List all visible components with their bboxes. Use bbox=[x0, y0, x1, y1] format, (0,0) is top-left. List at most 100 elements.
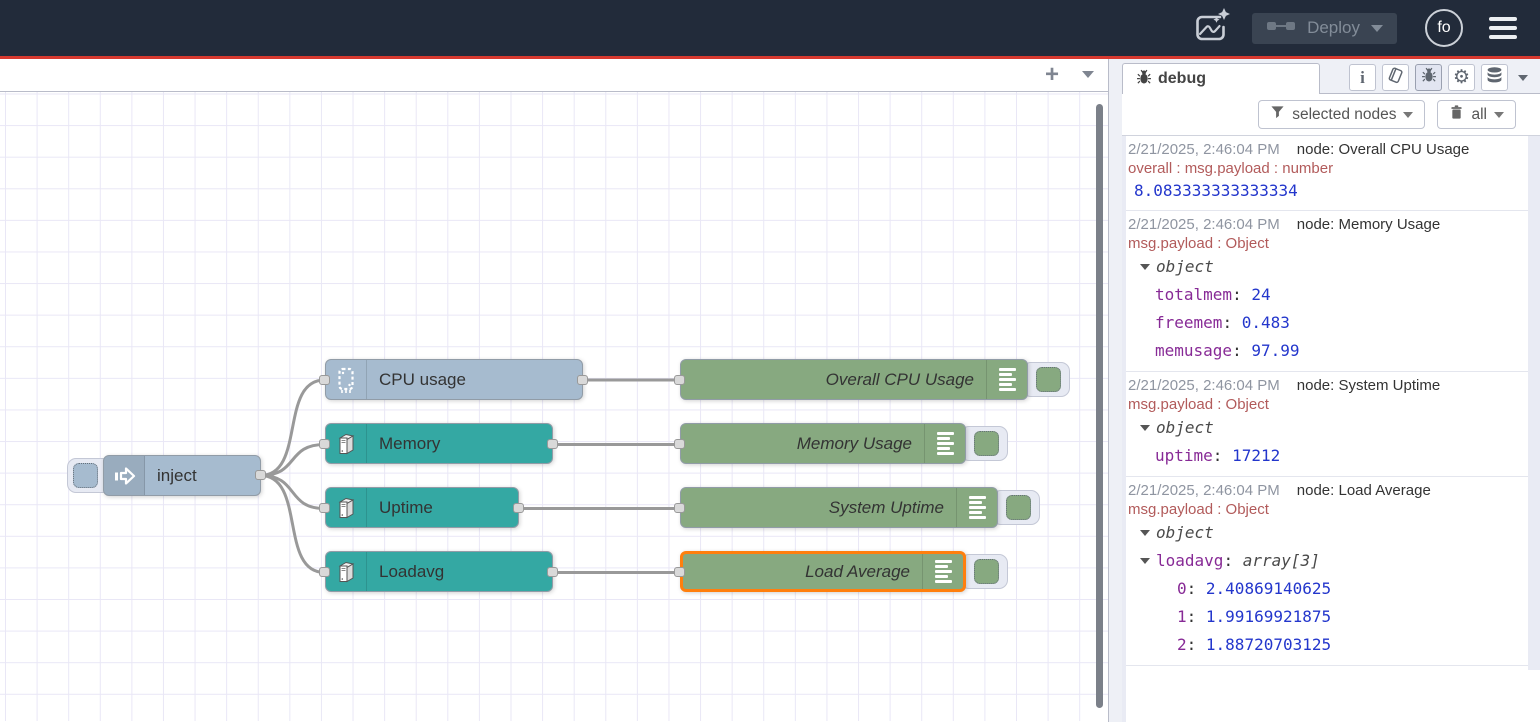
message-list-scroll-gutter[interactable] bbox=[1528, 136, 1540, 670]
tab-debug-label: debug bbox=[1158, 70, 1206, 88]
server-icon bbox=[326, 424, 367, 463]
debug-toggle-inner bbox=[974, 431, 999, 456]
clear-caret bbox=[1494, 112, 1504, 118]
message-property-path: msg.payload : Object bbox=[1128, 234, 1526, 253]
deploy-options-caret[interactable] bbox=[1371, 25, 1383, 32]
node-inject[interactable]: inject bbox=[103, 455, 261, 496]
add-flow-button[interactable]: + bbox=[1038, 61, 1066, 89]
object-key: memusage bbox=[1155, 341, 1251, 360]
port-in-memory[interactable] bbox=[319, 439, 330, 449]
debug-message[interactable]: 2/21/2025, 2:46:04 PM node: Load Average… bbox=[1126, 477, 1528, 666]
debug-message[interactable]: 2/21/2025, 2:46:04 PM node: System Uptim… bbox=[1126, 372, 1528, 477]
node-cpu-usage[interactable]: CPU usage bbox=[325, 359, 583, 400]
info-tab-button[interactable]: i bbox=[1349, 64, 1376, 91]
port-out-loadavg[interactable] bbox=[547, 567, 558, 577]
message-source-node[interactable]: node: Overall CPU Usage bbox=[1297, 140, 1470, 159]
bug-icon bbox=[1420, 66, 1438, 89]
wire[interactable] bbox=[261, 445, 325, 476]
sidebar-divider[interactable] bbox=[1108, 59, 1122, 722]
debug-toggle-button[interactable] bbox=[960, 426, 1008, 461]
user-avatar[interactable]: fo bbox=[1425, 9, 1463, 47]
port-in-load-average[interactable] bbox=[674, 567, 685, 577]
node-label: inject bbox=[157, 456, 197, 495]
clear-label: all bbox=[1471, 106, 1487, 124]
message-source-node[interactable]: node: Memory Usage bbox=[1297, 215, 1440, 234]
flow-tab-bar: + bbox=[0, 59, 1108, 92]
object-value: 97.99 bbox=[1251, 341, 1299, 360]
debug-icon bbox=[922, 554, 963, 589]
port-out-uptime[interactable] bbox=[513, 503, 524, 513]
tab-debug[interactable]: debug bbox=[1122, 63, 1320, 94]
node-label: Overall CPU Usage bbox=[826, 360, 974, 399]
array-type: array[3] bbox=[1243, 551, 1320, 570]
context-tab-button[interactable] bbox=[1481, 64, 1508, 91]
deploy-button[interactable]: Deploy bbox=[1252, 13, 1397, 44]
port-out-inject[interactable] bbox=[255, 470, 266, 480]
array-value: 2.40869140625 bbox=[1206, 579, 1331, 598]
node-overall-cpu-usage[interactable]: Overall CPU Usage bbox=[680, 359, 1028, 400]
port-in-loadavg[interactable] bbox=[319, 567, 330, 577]
message-timestamp: 2/21/2025, 2:46:04 PM bbox=[1128, 140, 1280, 159]
filter-caret bbox=[1403, 112, 1413, 118]
node-memory[interactable]: Memory bbox=[325, 423, 553, 464]
port-in-cpu-usage[interactable] bbox=[319, 375, 330, 385]
flow-canvas[interactable]: inject CPU usage bbox=[0, 92, 1108, 721]
sidebar-options-caret[interactable] bbox=[1518, 75, 1528, 81]
object-type: object bbox=[1156, 418, 1214, 437]
port-in-memory-usage[interactable] bbox=[674, 439, 685, 449]
port-in-system-uptime[interactable] bbox=[674, 503, 685, 513]
collapse-caret-icon[interactable] bbox=[1140, 264, 1150, 270]
port-out-memory[interactable] bbox=[547, 439, 558, 449]
message-timestamp: 2/21/2025, 2:46:04 PM bbox=[1128, 376, 1280, 395]
debug-sidebar: debug i bbox=[1122, 59, 1540, 722]
config-tab-button[interactable]: ⚙ bbox=[1448, 64, 1475, 91]
database-icon bbox=[1485, 66, 1504, 90]
flow-list-caret[interactable] bbox=[1082, 71, 1094, 78]
server-icon bbox=[326, 488, 367, 527]
server-icon bbox=[326, 552, 367, 591]
collapse-caret-icon[interactable] bbox=[1140, 425, 1150, 431]
canvas-vertical-scrollbar[interactable] bbox=[1096, 104, 1103, 708]
collapse-caret-icon[interactable] bbox=[1140, 530, 1150, 536]
message-source-node[interactable]: node: Load Average bbox=[1297, 481, 1431, 500]
object-value: 17212 bbox=[1232, 446, 1280, 465]
node-load-average[interactable]: Load Average bbox=[680, 551, 966, 592]
funnel-icon bbox=[1270, 105, 1285, 124]
node-memory-usage[interactable]: Memory Usage bbox=[680, 423, 966, 464]
node-label: Memory Usage bbox=[797, 424, 912, 463]
debug-message[interactable]: 2/21/2025, 2:46:04 PM node: Memory Usage… bbox=[1126, 211, 1528, 372]
main-header: Deploy fo bbox=[0, 0, 1540, 56]
clear-messages-button[interactable]: all bbox=[1437, 100, 1516, 129]
wire-layer bbox=[0, 92, 1108, 721]
assistant-icon[interactable] bbox=[1188, 8, 1232, 48]
object-key: loadavg bbox=[1156, 551, 1243, 570]
message-property-path: msg.payload : Object bbox=[1128, 395, 1526, 414]
port-in-uptime[interactable] bbox=[319, 503, 330, 513]
node-system-uptime[interactable]: System Uptime bbox=[680, 487, 998, 528]
debug-message[interactable]: 2/21/2025, 2:46:04 PM node: Overall CPU … bbox=[1126, 136, 1528, 211]
debug-toggle-button[interactable] bbox=[992, 490, 1040, 525]
node-uptime[interactable]: Uptime bbox=[325, 487, 519, 528]
filter-button[interactable]: selected nodes bbox=[1258, 100, 1425, 129]
info-icon: i bbox=[1360, 68, 1365, 88]
debug-toggle-button[interactable] bbox=[1022, 362, 1070, 397]
main-menu-icon[interactable] bbox=[1489, 17, 1517, 39]
message-source-node[interactable]: node: System Uptime bbox=[1297, 376, 1440, 395]
message-timestamp: 2/21/2025, 2:46:04 PM bbox=[1128, 215, 1280, 234]
book-icon bbox=[1386, 66, 1405, 90]
deploy-icon bbox=[1266, 18, 1296, 39]
port-out-cpu-usage[interactable] bbox=[577, 375, 588, 385]
wire[interactable] bbox=[261, 476, 325, 509]
help-tab-button[interactable] bbox=[1382, 64, 1409, 91]
debug-filter-bar: selected nodes all bbox=[1122, 94, 1540, 136]
collapse-caret-icon[interactable] bbox=[1140, 558, 1150, 564]
node-label: CPU usage bbox=[379, 360, 466, 399]
debug-message-list[interactable]: 2/21/2025, 2:46:04 PM node: Overall CPU … bbox=[1122, 136, 1540, 722]
node-loadavg[interactable]: Loadavg bbox=[325, 551, 553, 592]
debug-icon bbox=[986, 360, 1027, 399]
debug-tab-button[interactable] bbox=[1415, 64, 1442, 91]
debug-toggle-button[interactable] bbox=[960, 554, 1008, 589]
debug-toggle-inner bbox=[1006, 495, 1031, 520]
port-in-overall-cpu-usage[interactable] bbox=[674, 375, 685, 385]
array-value: 1.99169921875 bbox=[1206, 607, 1331, 626]
